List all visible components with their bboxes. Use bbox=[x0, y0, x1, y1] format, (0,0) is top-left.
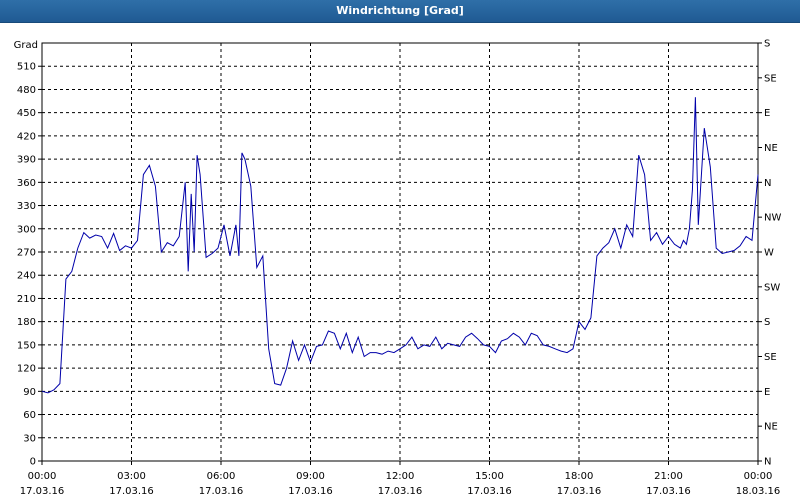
window-title: Windrichtung [Grad] bbox=[0, 0, 800, 23]
chart-area: 0 30 60 90 120 150 180 210 240 270 300 330 360 390 420… bbox=[0, 22, 800, 500]
right-axis-ticks: N NE E SE S SW W NW N NE E SE S bbox=[758, 39, 781, 468]
y-tick-label: 120 bbox=[17, 364, 36, 375]
y-tick-label: 150 bbox=[17, 340, 36, 351]
x-tick-date-label: 17.03.16 bbox=[199, 486, 244, 497]
x-tick-date-label: 17.03.16 bbox=[557, 486, 602, 497]
x-tick-date-label: 17.03.16 bbox=[646, 486, 691, 497]
x-tick-time-label: 18:00 bbox=[565, 471, 594, 482]
right-tick-label: W bbox=[764, 248, 774, 259]
x-tick-time-label: 03:00 bbox=[117, 471, 146, 482]
y-tick-label: 0 bbox=[30, 457, 36, 468]
y-tick-label: 480 bbox=[17, 85, 36, 96]
x-tick-time-label: 00:00 bbox=[28, 471, 57, 482]
right-tick-label: SW bbox=[764, 282, 780, 293]
right-tick-label: N bbox=[764, 178, 771, 189]
y-tick-label: 30 bbox=[23, 433, 36, 444]
x-tick-time-label: 15:00 bbox=[475, 471, 504, 482]
x-tick-date-label: 17.03.16 bbox=[20, 486, 65, 497]
right-tick-label: SE bbox=[764, 73, 777, 84]
x-tick-date-label: 17.03.16 bbox=[109, 486, 154, 497]
y-tick-label: 180 bbox=[17, 317, 36, 328]
y-tick-label: 270 bbox=[17, 248, 36, 259]
right-tick-label: NW bbox=[764, 213, 781, 224]
y-tick-label: 360 bbox=[17, 178, 36, 189]
right-tick-label: S bbox=[764, 39, 770, 50]
right-tick-label: NE bbox=[764, 422, 778, 433]
right-tick-label: NE bbox=[764, 143, 778, 154]
x-tick-date-label: 17.03.16 bbox=[378, 486, 423, 497]
x-tick-time-label: 06:00 bbox=[207, 471, 236, 482]
y-axis-title: Grad bbox=[14, 40, 38, 51]
x-tick-date-label: 18.03.16 bbox=[736, 486, 781, 497]
x-tick-date-label: 17.03.16 bbox=[467, 486, 512, 497]
y-tick-label: 420 bbox=[17, 131, 36, 142]
y-tick-label: 510 bbox=[17, 62, 36, 73]
y-tick-label: 210 bbox=[17, 294, 36, 305]
y-tick-label: 390 bbox=[17, 155, 36, 166]
y-tick-label: 450 bbox=[17, 108, 36, 119]
grid-lines bbox=[42, 43, 758, 461]
x-tick-time-label: 21:00 bbox=[654, 471, 683, 482]
y-tick-label: 330 bbox=[17, 201, 36, 212]
y-axis-ticks: 0 30 60 90 120 150 180 210 240 270 300 330 360 390 420… bbox=[17, 62, 42, 468]
wind-direction-chart: 0 30 60 90 120 150 180 210 240 270 300 330 360 390 420… bbox=[14, 39, 782, 498]
x-tick-time-label: 09:00 bbox=[296, 471, 325, 482]
y-tick-label: 90 bbox=[23, 387, 36, 398]
right-tick-label: SE bbox=[764, 352, 777, 363]
right-tick-label: N bbox=[764, 457, 771, 468]
right-tick-label: E bbox=[764, 387, 770, 398]
right-tick-label: E bbox=[764, 108, 770, 119]
y-tick-label: 300 bbox=[17, 224, 36, 235]
x-tick-time-label: 00:00 bbox=[744, 471, 773, 482]
x-tick-date-label: 17.03.16 bbox=[288, 486, 333, 497]
y-tick-label: 240 bbox=[17, 271, 36, 282]
x-axis-ticks: 00:00 17.03.16 03:00 17.03.16 06:00 17.03.16 0… bbox=[20, 461, 781, 497]
right-tick-label: S bbox=[764, 317, 770, 328]
x-tick-time-label: 12:00 bbox=[386, 471, 415, 482]
y-tick-label: 60 bbox=[23, 410, 36, 421]
